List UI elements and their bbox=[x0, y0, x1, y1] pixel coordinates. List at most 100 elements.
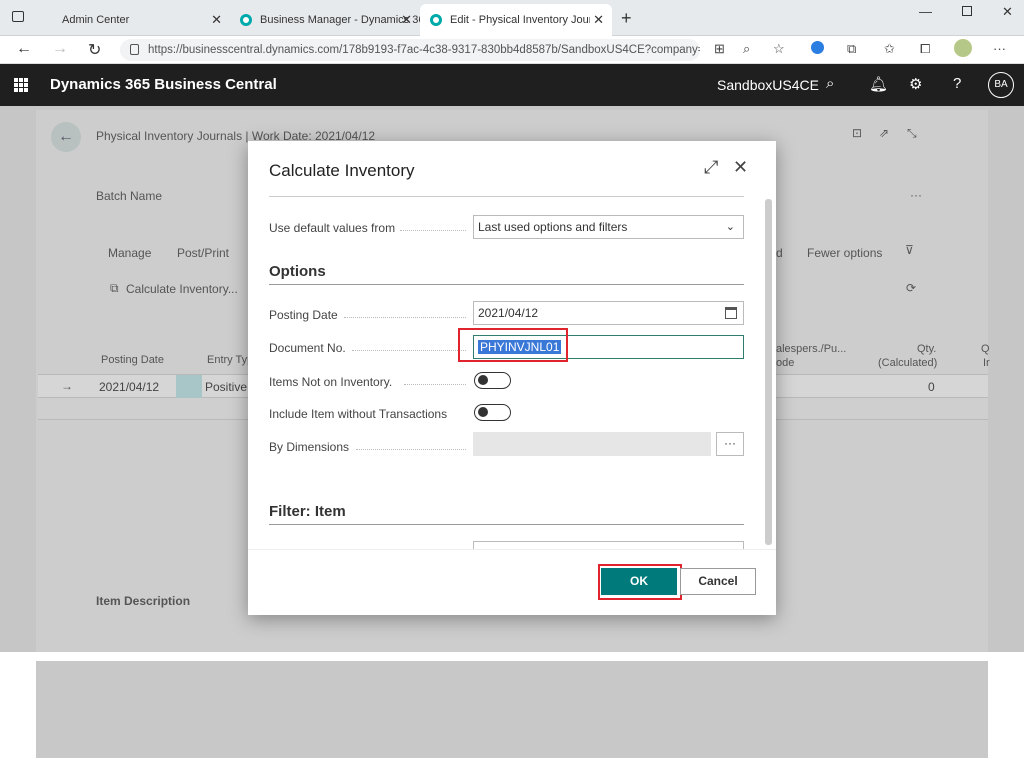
action-manage[interactable]: Manage bbox=[108, 246, 151, 260]
include-item-toggle[interactable] bbox=[474, 404, 511, 421]
favorite-icon[interactable]: ☆ bbox=[773, 41, 785, 57]
url-field[interactable]: https://businesscentral.dynamics.com/178… bbox=[120, 39, 700, 61]
collapse-icon[interactable]: ⤡ bbox=[907, 126, 917, 141]
back-icon[interactable]: ← bbox=[16, 40, 32, 58]
fewer-options-button[interactable]: Fewer options bbox=[807, 246, 882, 260]
chevron-down-icon: ⌄ bbox=[725, 221, 735, 233]
tab-admin-center[interactable]: Admin Center ✕ bbox=[52, 4, 230, 36]
tab-physical-inventory[interactable]: Edit - Physical Inventory Journals ✕ bbox=[420, 4, 612, 36]
minimize-icon[interactable]: — bbox=[919, 4, 932, 19]
by-dimensions-field[interactable] bbox=[473, 432, 711, 456]
col-salesperson[interactable]: alespers./Pu... bbox=[776, 343, 846, 355]
help-icon[interactable]: ? bbox=[953, 75, 961, 92]
app-launcher-icon[interactable] bbox=[14, 78, 28, 92]
action-truncated[interactable]: d bbox=[776, 246, 783, 260]
posting-date-label: Posting Date bbox=[269, 308, 338, 322]
filter-divider bbox=[269, 524, 744, 525]
close-icon[interactable]: ✕ bbox=[733, 157, 748, 178]
leader-dots bbox=[404, 384, 466, 385]
calculate-inventory-action[interactable]: Calculate Inventory... bbox=[126, 282, 238, 296]
filter-field-partial[interactable] bbox=[473, 541, 744, 549]
refresh-icon[interactable]: ↻ bbox=[88, 40, 101, 60]
close-icon[interactable]: ✕ bbox=[211, 12, 222, 28]
by-dimensions-label: By Dimensions bbox=[269, 440, 350, 454]
collections-icon[interactable]: ⧠ bbox=[920, 41, 930, 57]
close-icon[interactable]: ✕ bbox=[593, 12, 604, 28]
dynamics-favicon-icon bbox=[430, 14, 442, 26]
options-section-header[interactable]: Options bbox=[269, 263, 326, 280]
close-window-icon[interactable]: ✕ bbox=[1002, 4, 1013, 20]
lock-icon bbox=[130, 44, 139, 55]
row-posting-date[interactable]: 2021/04/12 bbox=[99, 380, 159, 394]
posting-date-field[interactable]: 2021/04/12 bbox=[473, 301, 744, 325]
options-divider bbox=[269, 284, 744, 285]
batch-name-lookup[interactable]: ··· bbox=[910, 188, 922, 202]
notification-icon[interactable]: 🔔︎ bbox=[869, 75, 888, 93]
by-dimensions-assist-button[interactable]: ··· bbox=[716, 432, 744, 456]
address-bar-row: ← → ↻ https://businesscentral.dynamics.c… bbox=[0, 36, 1024, 64]
batch-name-label: Batch Name bbox=[96, 189, 163, 203]
window-menu-icon[interactable] bbox=[12, 11, 24, 22]
url-text: https://businesscentral.dynamics.com/178… bbox=[148, 44, 700, 56]
dialog-scrollbar[interactable] bbox=[765, 199, 772, 545]
maximize-icon[interactable] bbox=[962, 6, 972, 16]
ellipsis-icon: ··· bbox=[724, 436, 736, 450]
search-icon[interactable]: ⌕ bbox=[826, 75, 834, 92]
leader-dots bbox=[400, 230, 466, 231]
filter-icon[interactable]: ⊽ bbox=[905, 243, 914, 257]
filter-item-section-header[interactable]: Filter: Item bbox=[269, 503, 346, 520]
extensions-icon[interactable]: ⧉ bbox=[847, 41, 856, 57]
environment-name[interactable]: SandboxUS4CE bbox=[717, 77, 819, 93]
posting-date-value: 2021/04/12 bbox=[478, 306, 539, 320]
row-entry-type[interactable]: Positive bbox=[205, 380, 247, 394]
leader-dots bbox=[344, 317, 466, 318]
col-entry-type[interactable]: Entry Typ bbox=[207, 354, 253, 366]
favorites-bar-icon[interactable]: ✩ bbox=[884, 41, 895, 57]
leader-dots bbox=[352, 350, 466, 351]
col-posting-date[interactable]: Posting Date bbox=[101, 354, 164, 366]
forward-icon[interactable]: → bbox=[52, 40, 68, 58]
edge-extension-icon[interactable] bbox=[811, 41, 824, 54]
row-qty-calculated: 0 bbox=[928, 380, 935, 394]
tab-title: Admin Center bbox=[62, 14, 130, 26]
profile-icon[interactable] bbox=[954, 39, 972, 57]
item-description-label: Item Description bbox=[96, 594, 191, 608]
row-selected-cell[interactable] bbox=[176, 375, 202, 398]
tab-business-manager[interactable]: Business Manager - Dynamics 36 ✕ bbox=[230, 4, 420, 36]
browser-tab-bar: Admin Center ✕ Business Manager - Dynami… bbox=[0, 0, 1024, 36]
more-icon[interactable]: ··· bbox=[993, 41, 1006, 56]
settings-icon[interactable]: ⚙ bbox=[909, 75, 922, 93]
highlight-box bbox=[458, 328, 568, 362]
col-q[interactable]: Q bbox=[981, 343, 990, 355]
bookmark-icon[interactable]: ⊡ bbox=[852, 126, 862, 140]
dynamics-favicon-icon bbox=[240, 14, 252, 26]
footer-divider bbox=[248, 549, 776, 550]
open-new-window-icon[interactable]: ⇗ bbox=[879, 126, 889, 140]
leader-dots bbox=[356, 449, 466, 450]
calendar-icon[interactable] bbox=[725, 307, 737, 319]
action-post-print[interactable]: Post/Print bbox=[177, 246, 229, 260]
include-item-label: Include Item without Transactions bbox=[269, 407, 448, 421]
app-name: Dynamics 365 Business Central bbox=[50, 76, 277, 93]
tab-title: Edit - Physical Inventory Journals bbox=[450, 14, 590, 26]
dialog-title: Calculate Inventory bbox=[269, 161, 415, 180]
cancel-button[interactable]: Cancel bbox=[680, 568, 756, 595]
back-arrow-icon[interactable]: ← bbox=[51, 122, 81, 152]
close-icon[interactable]: ✕ bbox=[401, 12, 412, 28]
use-default-select[interactable]: Last used options and filters ⌄ bbox=[473, 215, 744, 239]
items-not-on-inventory-toggle[interactable] bbox=[474, 372, 511, 389]
col-qty-calculated[interactable]: Qty. bbox=[917, 343, 936, 355]
new-tab-button[interactable]: + bbox=[621, 8, 632, 29]
use-default-label: Use default values from bbox=[269, 221, 396, 235]
expand-icon[interactable]: ⤢ bbox=[704, 157, 718, 178]
zoom-icon[interactable]: ⌕ bbox=[743, 41, 750, 57]
calc-action-icon: ⧉ bbox=[110, 281, 119, 295]
document-no-label: Document No. bbox=[269, 341, 346, 355]
row-arrow-icon: → bbox=[61, 379, 73, 393]
lines-card bbox=[36, 661, 988, 758]
use-default-value: Last used options and filters bbox=[478, 220, 628, 234]
col-salesperson-code: ode bbox=[776, 357, 795, 369]
avatar[interactable]: BA bbox=[988, 72, 1014, 98]
personalize-icon[interactable]: ⟳ bbox=[906, 281, 916, 295]
reader-icon[interactable]: ⊞ bbox=[714, 41, 725, 57]
